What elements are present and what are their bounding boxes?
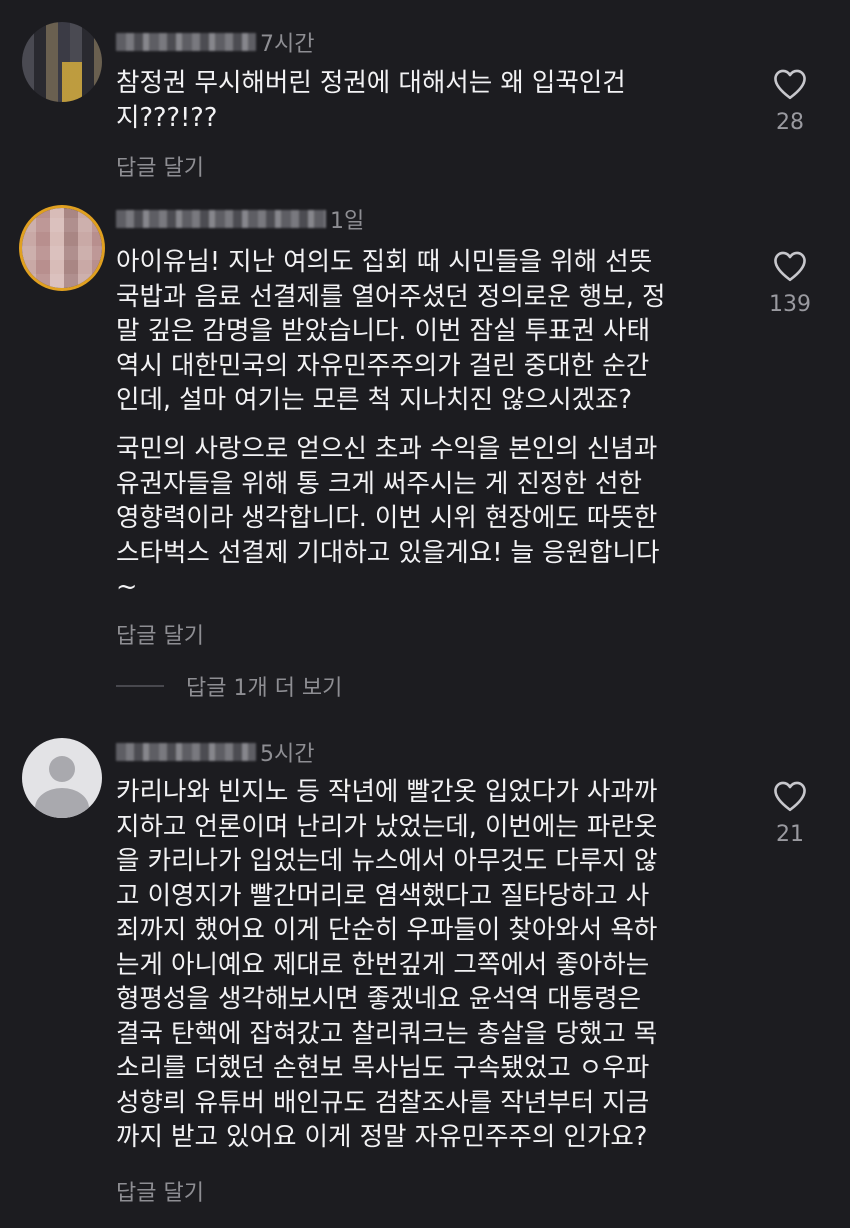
- like-count: 21: [776, 822, 804, 847]
- timestamp: 5시간: [260, 742, 315, 767]
- default-user-icon[interactable]: [22, 738, 102, 818]
- reply-button[interactable]: 답글 달기: [116, 1175, 204, 1207]
- heart-outline-icon[interactable]: [772, 780, 808, 812]
- comment-text: 카리나와 빈지노 등 작년에 빨간옷 입었다가 사과까 지하고 언론이며 난리가…: [116, 777, 658, 1152]
- avatar-head: [49, 756, 75, 782]
- comment-3: 5시간 카리나와 빈지노 등 작년에 빨간옷 입었다가 사과까 지하고 언론이며…: [0, 0, 850, 1228]
- comment-meta: 5시간: [116, 738, 315, 767]
- like-button[interactable]: 21: [765, 780, 815, 847]
- avatar-shoulders: [35, 788, 89, 818]
- username-blurred[interactable]: [116, 743, 256, 761]
